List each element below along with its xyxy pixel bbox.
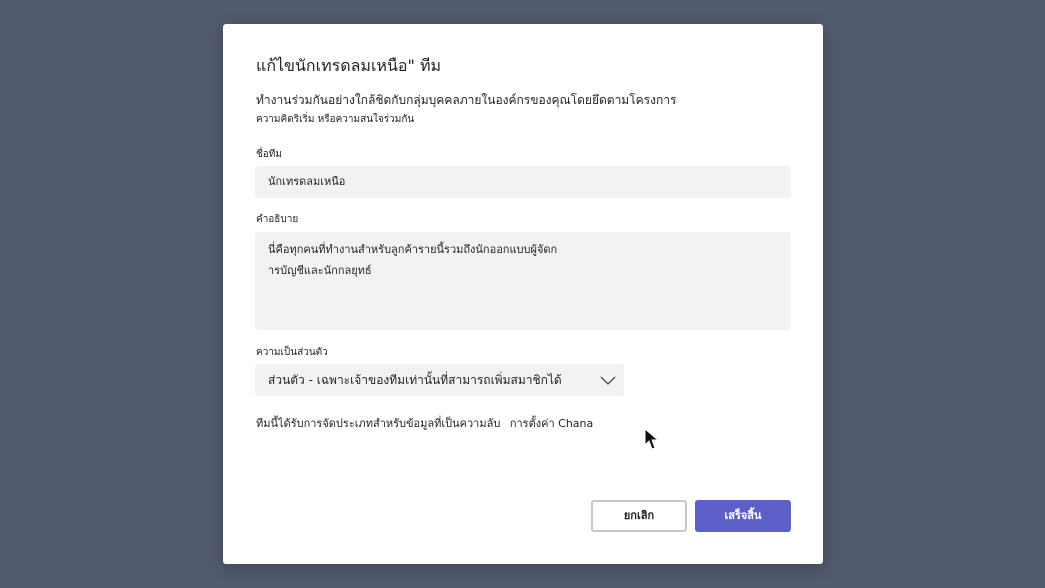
classification-settings-link[interactable]: การตั้งค่า Chana <box>510 417 593 430</box>
classification-note: ทีมนี้ได้รับการจัดประเภทสำหรับข้อมูลที่เ… <box>256 414 599 432</box>
team-description-textarea[interactable]: นี่คือทุกคนที่ทำงานสำหรับลูกค้ารายนี้รวม… <box>255 232 791 330</box>
edit-team-dialog: แก้ไขนักเทรดลมเหนือ" ทีม ทำงานร่วมกันอย่… <box>223 24 823 564</box>
mouse-pointer-icon <box>644 428 660 450</box>
cancel-button[interactable]: ยกเลิก <box>591 500 687 532</box>
privacy-selected-value: ส่วนตัว - เฉพาะเจ้าของทีมเท่านั้นที่สามา… <box>268 373 562 387</box>
dialog-description-continued: ความคิดริเริ่ม หรือความสนใจร่วมกัน <box>256 114 415 125</box>
dialog-description: ทำงานร่วมกันอย่างใกล้ชิดกับกลุ่มบุคคลภาย… <box>256 93 677 107</box>
team-description-label: คำอธิบาย <box>256 214 299 225</box>
team-name-label: ชื่อทีม <box>256 149 282 160</box>
dialog-title: แก้ไขนักเทรดลมเหนือ" ทีม <box>256 56 442 75</box>
chevron-down-icon <box>600 376 616 385</box>
classification-text: ทีมนี้ได้รับการจัดประเภทสำหรับข้อมูลที่เ… <box>256 417 501 430</box>
done-button[interactable]: เสร็จสิ้น <box>695 500 791 532</box>
team-name-input[interactable]: นักเทรดลมเหนือ <box>255 166 791 198</box>
privacy-label: ความเป็นส่วนตัว <box>256 347 328 358</box>
description-line-1: นี่คือทุกคนที่ทำงานสำหรับลูกค้ารายนี้รวม… <box>268 243 558 256</box>
description-line-2: ารบัญชีและนักกลยุทธ์ <box>268 264 372 277</box>
privacy-dropdown[interactable]: ส่วนตัว - เฉพาะเจ้าของทีมเท่านั้นที่สามา… <box>255 364 624 396</box>
